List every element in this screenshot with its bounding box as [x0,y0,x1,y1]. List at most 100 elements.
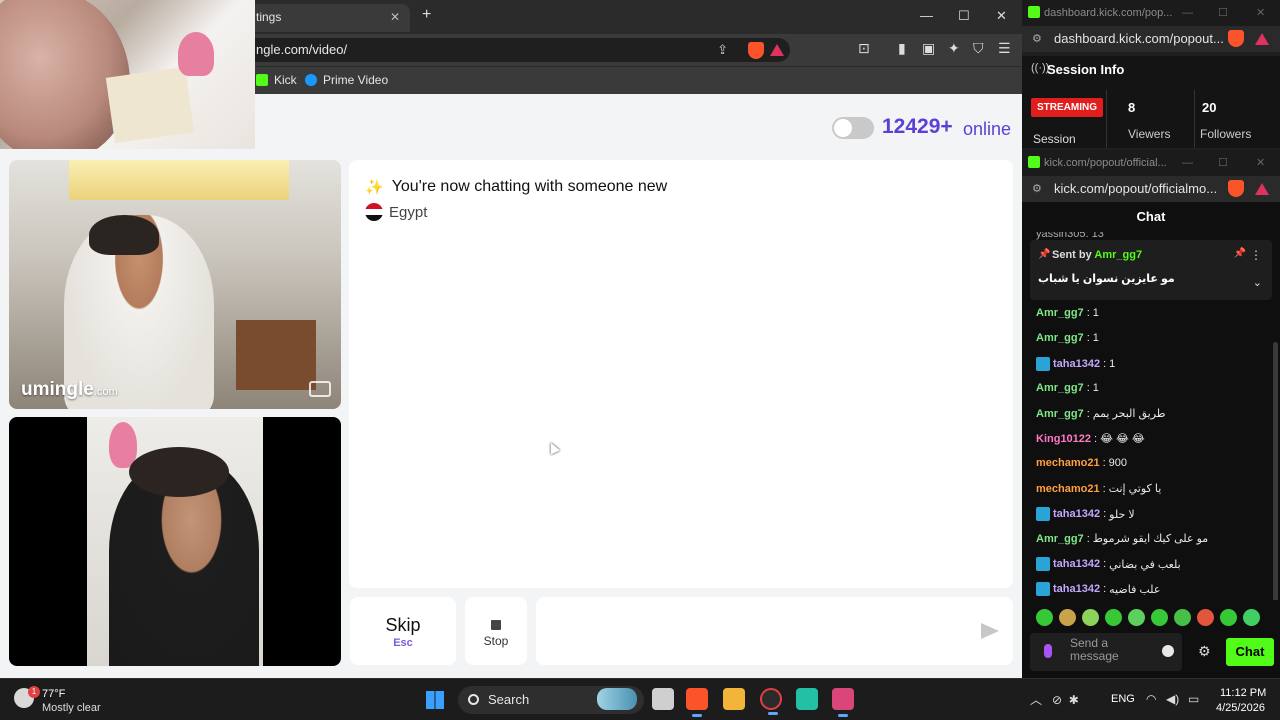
wallet-icon[interactable]: ▣ [922,40,935,57]
clock-date[interactable]: 4/25/2026 [1216,702,1265,714]
chat-message[interactable]: mechamo21: يا كوتي إنت [1036,482,1161,496]
battery-icon[interactable]: ▭ [1188,692,1199,706]
chat-message[interactable]: King10122: 😂 😂 😂 [1036,432,1145,446]
chat-username[interactable]: taha1342 [1053,358,1100,370]
brave-icon[interactable] [686,688,708,717]
chat-message[interactable]: taha1342: علب فاضيه [1036,582,1160,596]
unpin-icon[interactable]: 📌 [1234,248,1246,259]
bookmark-prime-video[interactable]: Prime Video [305,73,388,87]
chat-username[interactable]: taha1342 [1053,508,1100,520]
chat-message[interactable]: Amr_gg7: مو على كيك ايقو شرموط [1036,532,1208,546]
close-icon[interactable]: ✕ [1256,0,1265,26]
emote-icon[interactable] [1128,609,1145,626]
stop-button[interactable]: Stop [465,597,527,665]
reader-mode-icon[interactable]: ⊡ [858,40,870,57]
dashboard-urlbar[interactable]: ⚙ dashboard.kick.com/popout... [1022,26,1280,52]
chat-message[interactable]: Amr_gg7:1 [1036,332,1099,344]
chat-username[interactable]: mechamo21 [1036,483,1100,495]
chat-username[interactable]: Amr_gg7 [1036,307,1084,319]
brave-rewards-icon[interactable] [1255,33,1269,45]
minimize-icon[interactable]: — [1182,150,1193,176]
emote-icon[interactable] [1220,609,1237,626]
chevron-down-icon[interactable]: ⌄ [1253,276,1262,289]
chat-username[interactable]: Amr_gg7 [1036,533,1084,545]
browser-tab[interactable]: tings ✕ [240,4,410,32]
vpn-icon[interactable]: ⛉ [973,40,984,57]
maximize-icon[interactable]: ☐ [1218,0,1228,26]
weather-badge: 1 [28,686,40,698]
close-icon[interactable]: ✕ [1256,150,1265,176]
new-tab-button[interactable]: + [422,6,431,24]
sidebar-icon[interactable]: ▮ [898,40,906,57]
obs-icon[interactable] [760,688,782,715]
chat-username[interactable]: taha1342 [1053,583,1100,595]
file-explorer-icon[interactable] [723,688,745,710]
start-icon[interactable] [426,691,444,709]
chat-messages[interactable]: yassin305: 13 📌 Sent by Amr_gg7 📌 ⋮ مو ع… [1022,232,1280,600]
minimize-icon[interactable]: — [920,8,933,23]
app-icon[interactable] [796,688,818,710]
share-icon[interactable]: ⇪ [717,38,728,62]
bookmark-kick[interactable]: Kick [256,73,297,87]
emote-icon[interactable] [1105,609,1122,626]
language-indicator[interactable]: ENG [1111,693,1135,705]
chat-message[interactable]: taha1342: لا حلو [1036,507,1135,521]
chat-message[interactable]: mechamo21:900 [1036,457,1127,469]
chat-input[interactable]: Send a message [1030,633,1182,671]
widget-icon[interactable] [597,688,637,710]
chat-message[interactable]: taha1342:1 [1036,357,1115,371]
chat-username[interactable]: mechamo21 [1036,457,1100,469]
chat-message[interactable]: taha1342: بلعب في بضاني [1036,557,1181,571]
emote-icon[interactable] [1036,609,1053,626]
gear-icon[interactable]: ⚙ [1198,643,1211,660]
emote-icon[interactable] [1151,609,1168,626]
menu-icon[interactable]: ☰ [998,40,1011,57]
send-icon[interactable] [981,623,999,639]
task-view-icon[interactable] [652,688,674,710]
leo-ai-icon[interactable]: ✦ [948,40,960,57]
maximize-icon[interactable]: ☐ [958,8,970,24]
chat-username[interactable]: taha1342 [1053,558,1100,570]
emote-icon[interactable] [1197,609,1214,626]
emote-icon[interactable] [1059,609,1076,626]
close-window-icon[interactable]: ✕ [996,8,1007,24]
emote-icon[interactable] [1174,609,1191,626]
maximize-icon[interactable]: ☐ [1218,150,1228,176]
system-tray[interactable]: ︿ ⊘ ✱ [1030,691,1079,708]
message-input[interactable] [536,597,1013,665]
more-options-icon[interactable]: ⋮ [1250,248,1262,262]
brave-rewards-icon[interactable] [770,44,784,56]
chat-message[interactable]: Amr_gg7:1 [1036,382,1099,394]
send-chat-button[interactable]: Chat [1226,638,1274,666]
chat-username[interactable]: Amr_gg7 [1036,408,1084,420]
chat-message[interactable]: Amr_gg7: طريق البحر يمم [1036,407,1166,421]
emoji-icon[interactable] [1162,645,1174,657]
site-settings-icon[interactable]: ⚙ [1032,26,1042,52]
brave-shields-icon[interactable] [1228,180,1244,197]
brave-rewards-icon[interactable] [1255,183,1269,195]
chat-urlbar[interactable]: ⚙ kick.com/popout/officialmo... [1022,176,1280,202]
emote-icon[interactable] [1082,609,1099,626]
camera-app-icon[interactable] [832,688,854,717]
chat-username[interactable]: Amr_gg7 [1036,332,1084,344]
minimize-icon[interactable]: — [1182,0,1193,26]
skip-button[interactable]: Skip Esc [350,597,456,665]
online-toggle[interactable] [832,117,874,139]
pinned-user[interactable]: Amr_gg7 [1094,249,1142,261]
chat-scrollbar[interactable] [1273,342,1278,600]
pinned-message[interactable]: 📌 Sent by Amr_gg7 📌 ⋮ مو عايزين نسوان يا… [1030,240,1272,300]
site-settings-icon[interactable]: ⚙ [1032,176,1042,202]
emote-icon[interactable] [1243,609,1260,626]
chat-username[interactable]: King10122 [1036,433,1091,445]
address-bar[interactable]: ngle.com/video/ ⇪ [240,38,790,62]
microphone-icon[interactable] [1044,644,1052,658]
wifi-icon[interactable]: ◠ [1146,692,1156,706]
chat-message[interactable]: Amr_gg7:1 [1036,307,1099,319]
chat-username[interactable]: Amr_gg7 [1036,382,1084,394]
brave-shields-icon[interactable] [1228,30,1244,47]
volume-icon[interactable]: ◀) [1166,692,1179,706]
close-tab-icon[interactable]: ✕ [390,4,400,30]
report-icon[interactable] [309,381,331,397]
clock-time[interactable]: 11:12 PM [1220,687,1266,699]
brave-shields-icon[interactable] [748,42,764,59]
